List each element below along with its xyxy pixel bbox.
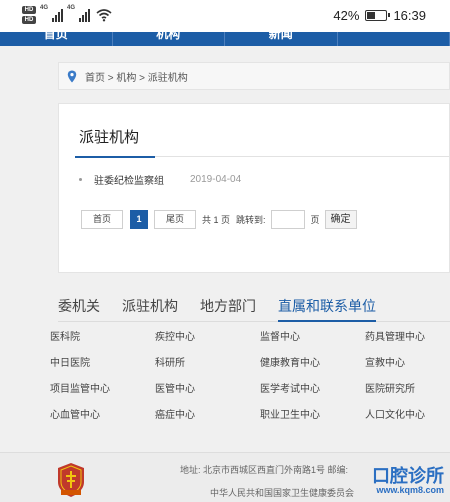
- link-item[interactable]: 心血管中心: [50, 406, 155, 432]
- status-bar: HD HD 4G 4G 42% 16:39: [0, 0, 450, 32]
- top-nav: 首页 机构 新闻: [0, 32, 450, 46]
- wifi-icon: [96, 9, 112, 22]
- network-type-label: 4G: [67, 5, 76, 11]
- emblem-logo: [58, 463, 84, 497]
- breadcrumb: 首页 > 机构 > 派驻机构: [58, 62, 450, 90]
- link-item[interactable]: 人口文化中心: [365, 406, 450, 432]
- battery-icon: [365, 10, 391, 21]
- link-item[interactable]: 癌症中心: [155, 406, 260, 432]
- footer: 地址: 北京市西城区西直门外南路1号 邮编: 中华人民共和国国家卫生健康委员会 …: [0, 452, 450, 502]
- link-item[interactable]: 健康教育中心: [260, 354, 365, 380]
- link-item[interactable]: 宣教中心: [365, 354, 450, 380]
- page-title: 派驻机构: [79, 129, 140, 146]
- battery-percent: 42%: [333, 8, 360, 23]
- jump-label: 跳转到:: [236, 215, 266, 225]
- bullet-icon: [79, 178, 82, 181]
- last-page-button[interactable]: 尾页: [154, 210, 196, 229]
- content-panel: 派驻机构 驻委纪检监察组 2019-04-04 首页 1 尾页 共 1 页 跳转…: [58, 103, 450, 273]
- link-item[interactable]: 医管中心: [155, 380, 260, 406]
- status-right: 42% 16:39: [333, 8, 426, 23]
- network-type-label: 4G: [40, 5, 49, 11]
- first-page-button[interactable]: 首页: [81, 210, 123, 229]
- top-nav-item[interactable]: 新闻: [225, 32, 338, 46]
- link-item[interactable]: 医科院: [50, 328, 155, 354]
- link-item[interactable]: 中日医院: [50, 354, 155, 380]
- tab-affiliated[interactable]: 直属和联系单位: [278, 296, 376, 322]
- tab-stationed[interactable]: 派驻机构: [122, 296, 178, 322]
- page-unit-label: 页: [310, 215, 320, 225]
- link-item[interactable]: 项目监管中心: [50, 380, 155, 406]
- link-item[interactable]: 药具管理中心: [365, 328, 450, 354]
- list-item-date: 2019-04-04: [190, 174, 242, 185]
- battery-fill: [367, 12, 375, 19]
- tab-commission[interactable]: 委机关: [58, 296, 100, 322]
- link-item[interactable]: 监督中心: [260, 328, 365, 354]
- hd-indicators: HD HD: [22, 6, 36, 24]
- tab-local[interactable]: 地方部门: [200, 296, 256, 322]
- link-item[interactable]: 医院研究所: [365, 380, 450, 406]
- top-nav-item[interactable]: [338, 32, 450, 46]
- footer-address: 地址: 北京市西城区西直门外南路1号 邮编:: [180, 465, 349, 475]
- footer-organization: 中华人民共和国国家卫生健康委员会: [210, 488, 355, 498]
- list-item-link[interactable]: 驻委纪检监察组: [94, 172, 164, 187]
- watermark-text: 口腔诊所: [372, 466, 444, 486]
- breadcrumb-text[interactable]: 首页 > 机构 > 派驻机构: [85, 69, 188, 84]
- link-item[interactable]: 疾控中心: [155, 328, 260, 354]
- link-item[interactable]: 职业卫生中心: [260, 406, 365, 432]
- status-left: HD HD 4G 4G: [22, 5, 112, 24]
- link-item[interactable]: 医学考试中心: [260, 380, 365, 406]
- watermark: 口腔诊所 www.kqm8.com: [372, 467, 444, 495]
- clock: 16:39: [393, 8, 426, 23]
- hd-icon: HD: [22, 6, 36, 14]
- hd-icon: HD: [22, 16, 36, 24]
- pagination: 首页 1 尾页 共 1 页 跳转到: 页 确定: [81, 210, 357, 229]
- current-page-button[interactable]: 1: [130, 210, 148, 229]
- top-nav-item[interactable]: 机构: [113, 32, 225, 46]
- title-divider: [75, 156, 449, 158]
- watermark-url: www.kqm8.com: [376, 485, 444, 495]
- jump-page-input[interactable]: [270, 210, 305, 229]
- link-item[interactable]: 科研所: [155, 354, 260, 380]
- top-nav-item[interactable]: 首页: [0, 32, 113, 46]
- category-tabs: 委机关 派驻机构 地方部门 直属和联系单位: [58, 296, 450, 322]
- link-grid: 医科院 疾控中心 监督中心 药具管理中心 中日医院 科研所 健康教育中心 宣教中…: [50, 328, 450, 432]
- list-item: 驻委纪检监察组 2019-04-04: [79, 172, 241, 187]
- total-pages-label: 共 1 页: [202, 215, 231, 225]
- signal-icon: 4G: [67, 5, 90, 22]
- signal-icon: 4G: [40, 5, 63, 22]
- confirm-button[interactable]: 确定: [324, 210, 357, 229]
- location-pin-icon: [67, 70, 77, 82]
